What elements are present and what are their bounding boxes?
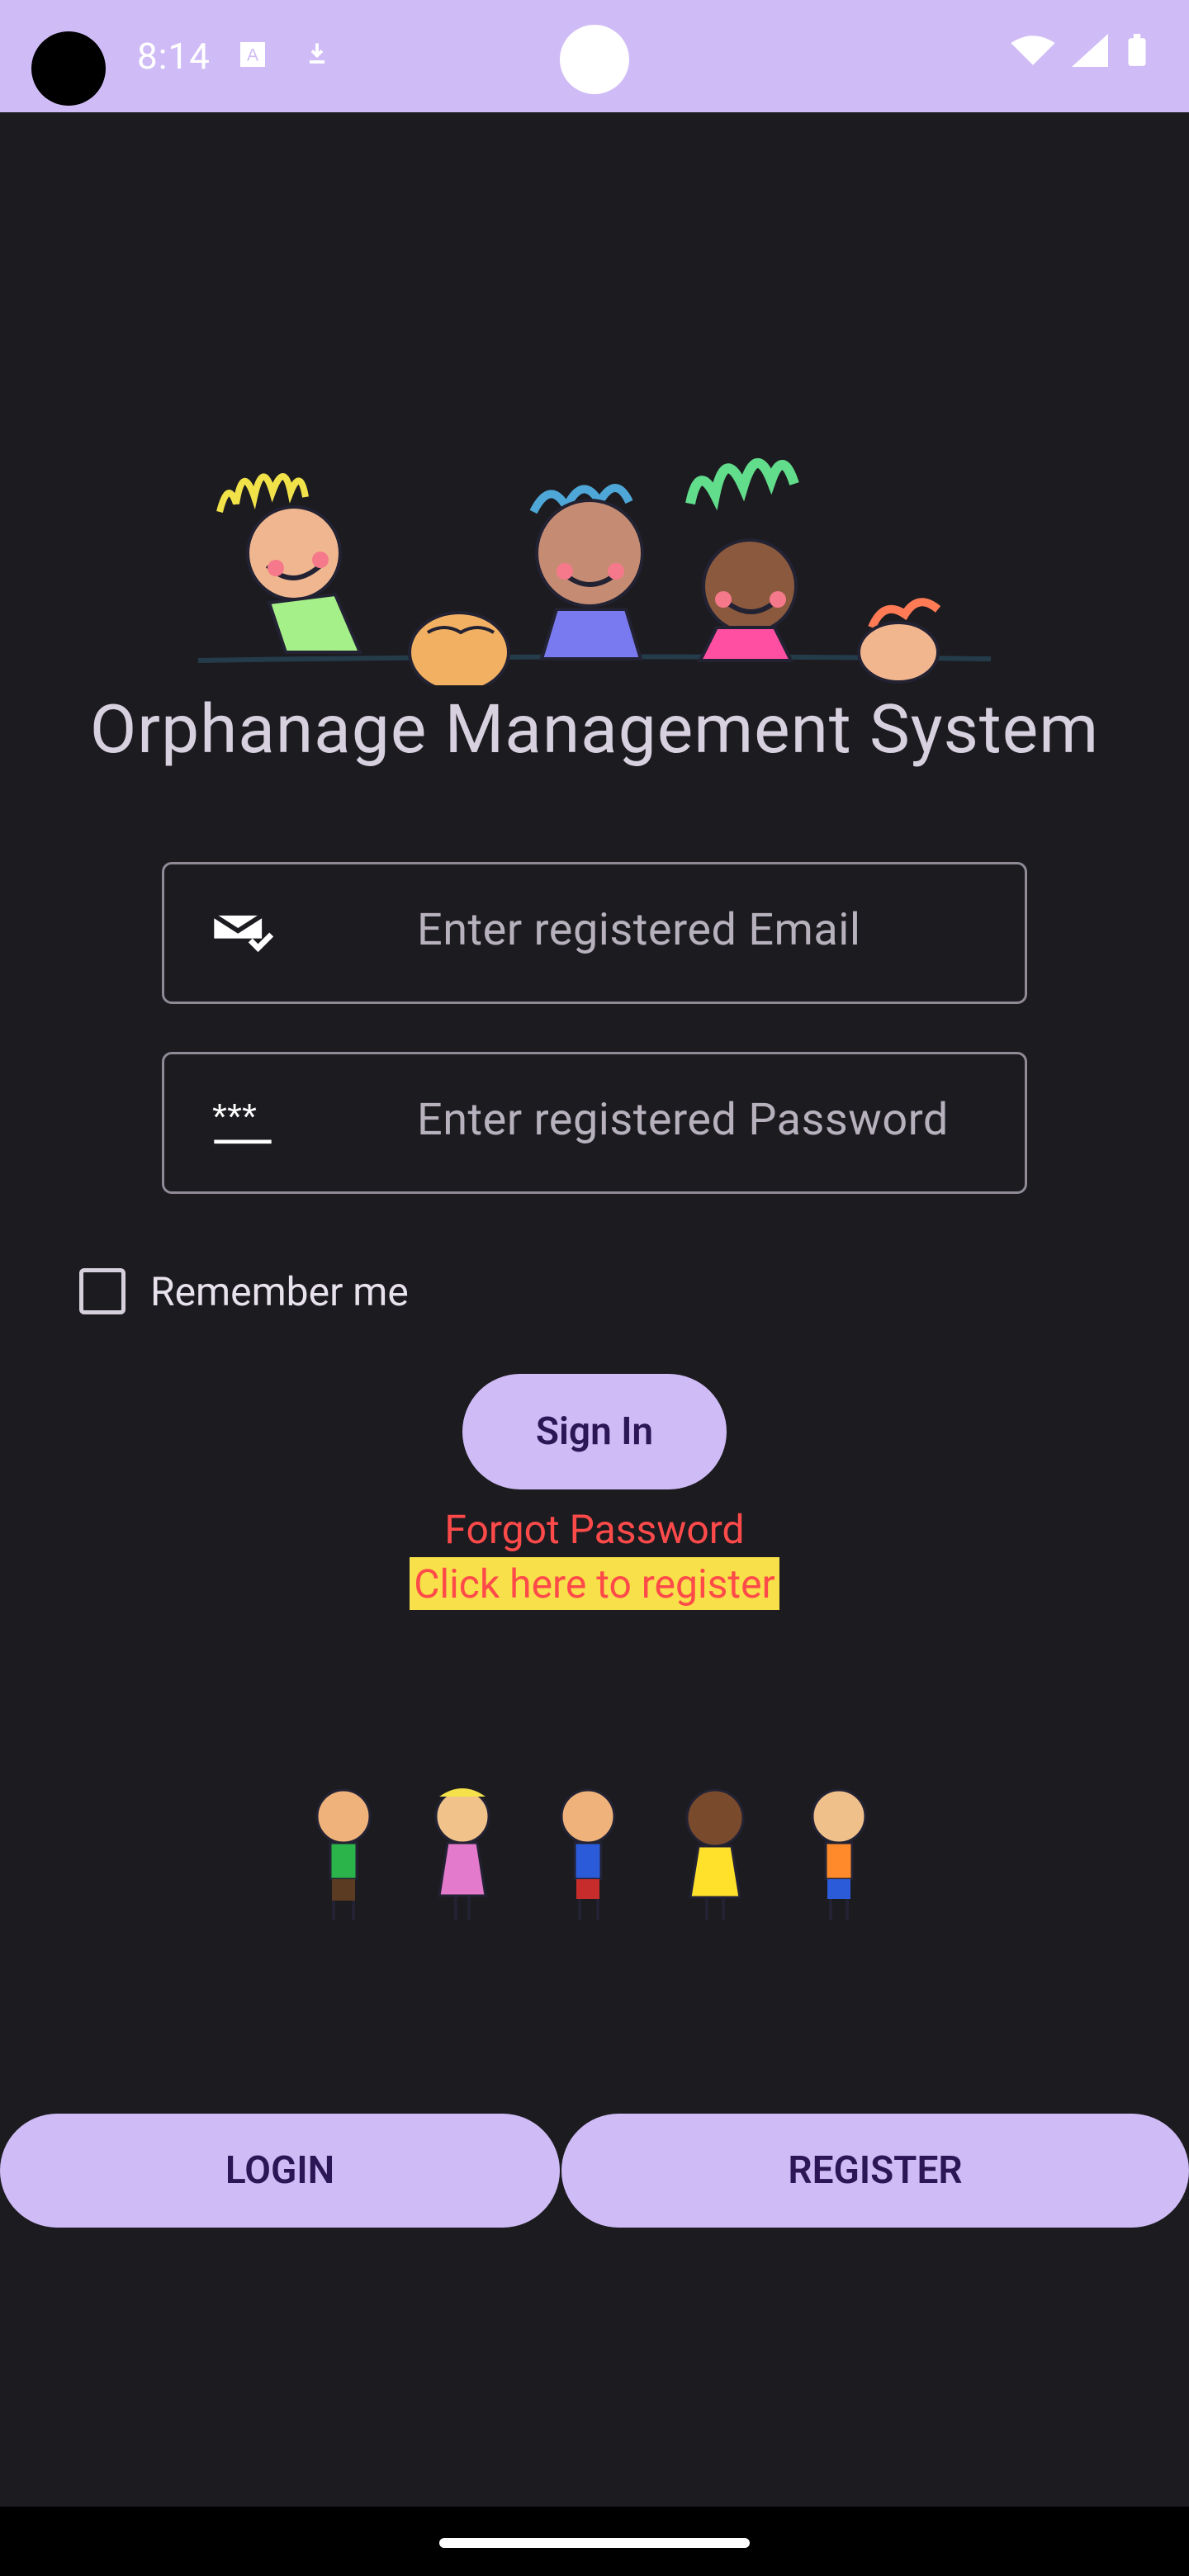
kids-illustration-top — [197, 458, 992, 685]
system-icons — [1011, 33, 1149, 68]
email-placeholder: Enter registered Email — [417, 904, 861, 956]
remember-checkbox[interactable] — [79, 1268, 126, 1314]
password-icon: *** — [212, 1097, 272, 1144]
email-field[interactable]: Enter registered Email — [162, 862, 1027, 1004]
svg-text:A: A — [247, 46, 258, 65]
signal-icon — [1072, 34, 1108, 67]
page-title: Orphanage Management System — [89, 690, 1100, 769]
camera-icon — [31, 31, 106, 106]
signin-button[interactable]: Sign In — [462, 1374, 727, 1489]
front-camera-indicator — [560, 25, 629, 94]
remember-label: Remember me — [150, 1268, 409, 1315]
home-gesture-handle[interactable] — [439, 2538, 750, 2548]
app-text-icon: A — [240, 42, 265, 67]
password-field[interactable]: *** Enter registered Password — [162, 1052, 1027, 1194]
login-tab-label: LOGIN — [225, 2148, 335, 2193]
status-bar: 8:14 A — [0, 0, 1189, 112]
download-icon — [310, 43, 324, 64]
battery-icon — [1128, 34, 1146, 66]
register-link[interactable]: Click here to register — [410, 1557, 779, 1610]
svg-text:***: *** — [212, 1097, 257, 1139]
kids-illustration-bottom — [315, 1788, 867, 1920]
password-placeholder: Enter registered Password — [417, 1094, 949, 1146]
wifi-icon — [1011, 36, 1055, 65]
register-tab-button[interactable]: REGISTER — [561, 2114, 1189, 2228]
signin-label: Sign In — [535, 1409, 654, 1454]
register-tab-label: REGISTER — [788, 2148, 963, 2193]
mail-check-icon — [212, 913, 273, 953]
forgot-password-link[interactable]: Forgot Password — [0, 1506, 1189, 1553]
status-time: 8:14 — [137, 35, 211, 78]
login-tab-button[interactable]: LOGIN — [0, 2114, 560, 2228]
